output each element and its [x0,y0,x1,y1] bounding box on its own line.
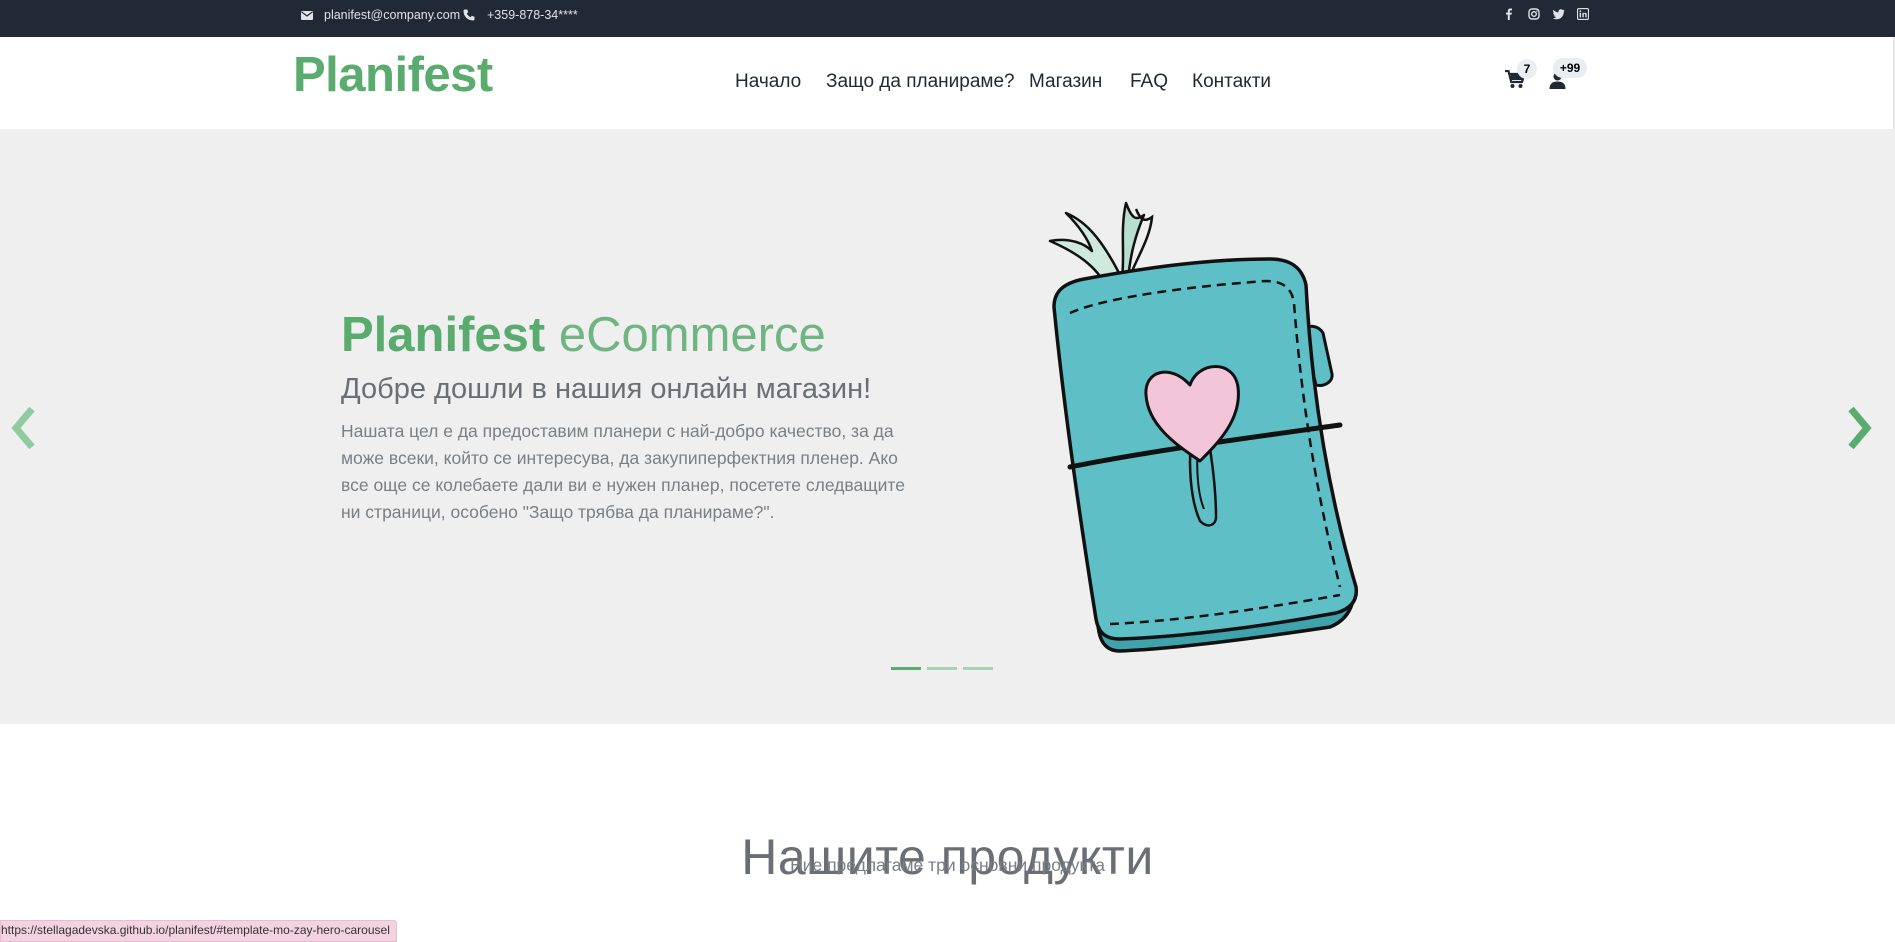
hero-description: Нашата цел е да предоставим планери с на… [341,421,905,522]
user-count-badge: +99 [1553,58,1587,78]
planner-illustration [1040,199,1360,664]
phone-icon [463,9,475,21]
header: Planifest Начало Защо да планираме? Мага… [0,37,1895,129]
cart-count-badge: 7 [1517,59,1537,79]
nav-shop[interactable]: Магазин [1029,72,1102,91]
envelope-icon [301,10,313,20]
carousel-indicator-1[interactable] [891,667,921,670]
browser-status-url: https://stellagadevska.github.io/planife… [0,920,397,942]
carousel-indicator-3[interactable] [963,667,993,670]
hero-title-ecommerce: eCommerce [558,308,826,362]
nav-contacts[interactable]: Контакти [1192,72,1271,91]
user-icon [1549,72,1566,93]
carousel-indicator-2[interactable] [927,667,957,670]
nav-faq[interactable]: FAQ [1130,72,1168,91]
carousel-next-button[interactable] [1845,404,1875,452]
phone-contact[interactable]: +359-878-34**** [463,0,578,30]
hero-subtitle: Добре дошли в нашия онлайн магазин! [341,373,872,405]
linkedin-icon[interactable] [1577,8,1589,20]
nav-why-plan[interactable]: Защо да планираме? [826,72,1015,91]
hero-title-brand: Planifest [341,308,546,362]
chevron-left-icon [8,406,38,456]
phone-link[interactable]: +359-878-34**** [487,8,578,22]
email-link[interactable]: planifest@company.com [324,8,460,22]
cart-icon [1505,69,1526,93]
instagram-icon[interactable] [1528,8,1540,20]
hero-carousel: Planifest eCommerce Добре дошли в нашия … [0,129,1895,724]
top-bar: planifest@company.com +359-878-34**** [0,0,1895,37]
twitter-icon[interactable] [1553,8,1565,20]
nav-home[interactable]: Начало [735,72,801,91]
products-subtitle: Ние предлагаме три основни продукта [790,855,1105,875]
carousel-prev-button[interactable] [8,404,38,452]
chevron-right-icon [1845,406,1875,456]
logo[interactable]: Planifest [293,51,493,100]
hero-title: Planifest eCommerce [341,311,826,360]
facebook-icon[interactable] [1503,8,1515,20]
email-contact[interactable]: planifest@company.com [301,0,460,30]
